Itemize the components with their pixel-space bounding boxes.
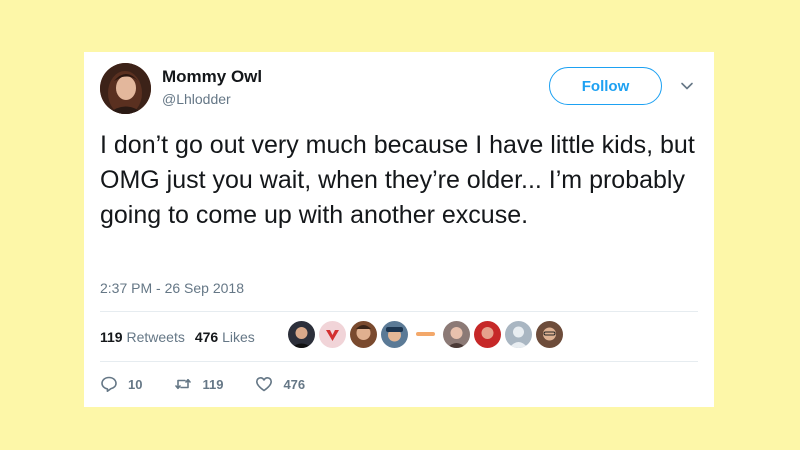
retweets-stat[interactable]: 119 Retweets — [100, 329, 185, 345]
heart-icon — [256, 377, 273, 392]
retweet-action[interactable]: 119 — [174, 375, 223, 393]
liker-avatar[interactable] — [443, 321, 470, 348]
retweet-action-count: 119 — [202, 376, 224, 392]
tweet-actions: 10 119 476 — [100, 375, 337, 393]
likes-stat[interactable]: 476 Likes — [195, 329, 255, 345]
retweets-label: Retweets — [126, 329, 185, 345]
liker-avatar[interactable] — [536, 321, 563, 348]
retweets-count: 119 — [100, 329, 123, 345]
tweet-card: Mommy Owl @Lhlodder Follow I don’t go ou… — [84, 52, 714, 407]
follow-button[interactable]: Follow — [549, 67, 662, 105]
likes-label: Likes — [222, 329, 255, 345]
like-action-count: 476 — [283, 376, 306, 392]
liker-avatar[interactable] — [319, 321, 346, 348]
liker-avatar[interactable] — [505, 321, 532, 348]
reply-action[interactable]: 10 — [100, 375, 142, 393]
divider — [100, 361, 698, 362]
tweet-timestamp[interactable]: 2:37 PM - 26 Sep 2018 — [100, 280, 244, 296]
reply-count: 10 — [128, 376, 143, 392]
liker-avatar[interactable] — [288, 321, 315, 348]
tweet-stats: 119 Retweets 476 Likes — [100, 329, 255, 345]
divider — [100, 311, 698, 312]
liker-avatar[interactable] — [381, 321, 408, 348]
retweet-icon — [175, 378, 192, 390]
likers-avatars — [288, 321, 567, 348]
liker-avatar[interactable] — [412, 321, 439, 348]
likes-count: 476 — [194, 329, 219, 345]
liker-avatar[interactable] — [350, 321, 377, 348]
tweet-text: I don’t go out very much because I have … — [100, 131, 695, 229]
chevron-down-icon[interactable] — [680, 79, 694, 93]
reply-icon — [101, 376, 117, 392]
author-handle[interactable]: @Lhlodder — [162, 91, 231, 107]
author-name[interactable]: Mommy Owl — [162, 67, 262, 87]
like-action[interactable]: 476 — [255, 375, 305, 393]
author-avatar[interactable] — [100, 63, 151, 114]
liker-avatar[interactable] — [474, 321, 501, 348]
